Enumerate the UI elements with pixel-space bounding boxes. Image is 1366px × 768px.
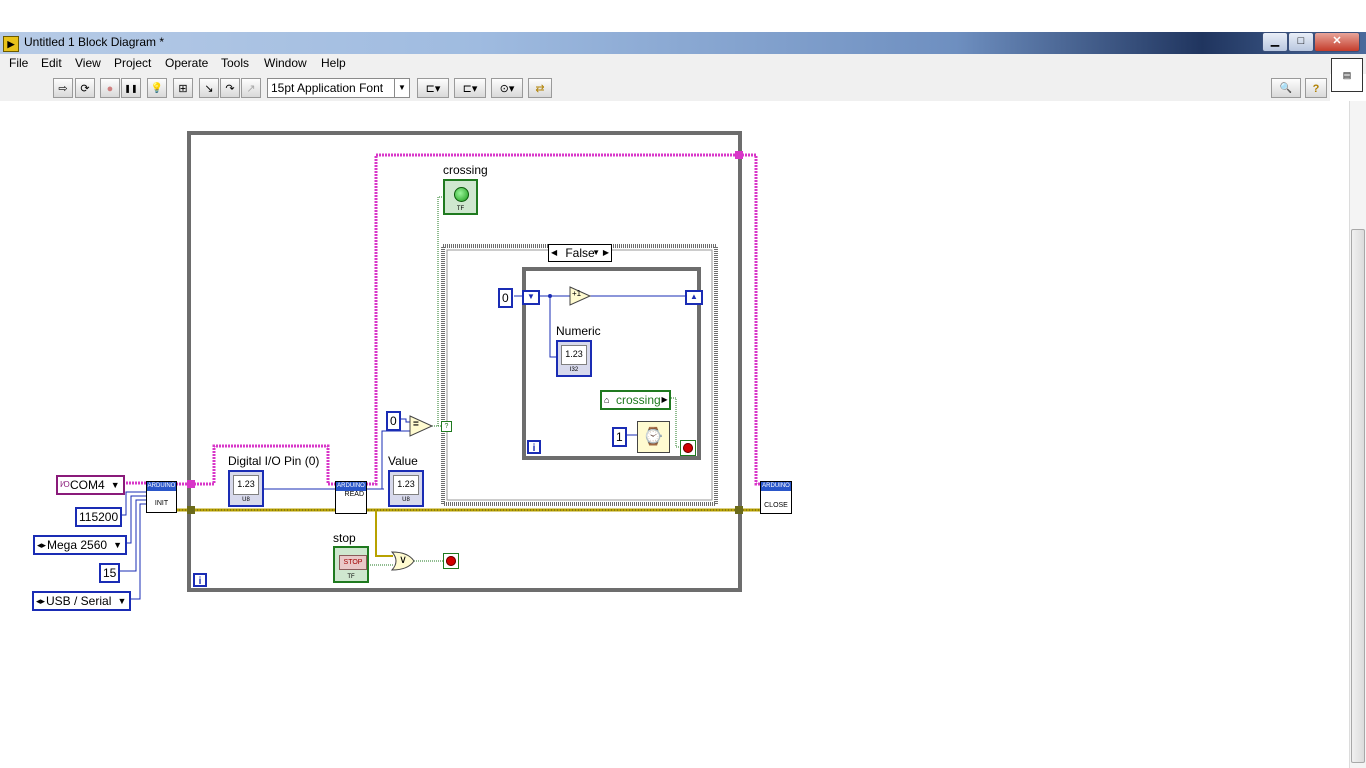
- crossing-local-variable[interactable]: ⌂ crossing ▶: [600, 390, 671, 410]
- case-selector-value: False: [565, 246, 595, 260]
- diagram-wires: [117, 131, 762, 600]
- crossing-label: crossing: [443, 163, 488, 177]
- connection-type-ring[interactable]: ◂▸ USB / Serial ▼: [32, 591, 132, 611]
- case-selector-label[interactable]: ◀ False ▼ ▶: [548, 244, 612, 262]
- digital-pin-display: 1.23: [233, 475, 259, 495]
- numeric-indicator[interactable]: 1.23 I32: [556, 340, 592, 377]
- wait-ms-function[interactable]: ⌚: [637, 421, 670, 453]
- read-label: READ: [344, 491, 364, 498]
- init-label: INIT: [154, 500, 169, 507]
- digital-pin-type: U8: [242, 497, 250, 503]
- chevron-down-icon: ▼: [113, 540, 123, 550]
- numeric-display: 1.23: [561, 345, 587, 365]
- arduino-header: ARDUINO: [147, 482, 176, 491]
- inner-stop-terminal[interactable]: [680, 440, 696, 456]
- value-type: U8: [402, 497, 410, 503]
- wait-ms-constant[interactable]: 1: [612, 427, 627, 447]
- ring-arrows-icon: ◂▸: [37, 540, 47, 550]
- equal-symbol: =: [413, 419, 419, 430]
- case-selector-terminal[interactable]: ?: [441, 421, 452, 432]
- digital-pin-control[interactable]: 1.23 U8: [228, 470, 264, 507]
- numeric-type: I32: [569, 367, 579, 373]
- visa-wire-to-close: [366, 153, 762, 486]
- error-tunnel-right: [735, 506, 743, 514]
- close-label: CLOSE: [764, 502, 788, 509]
- io-icon: I⁄O: [60, 480, 70, 489]
- digital-pin-label: Digital I/O Pin (0): [228, 454, 320, 468]
- visa-tunnel-top: [735, 151, 743, 159]
- arduino-digital-read-subvi[interactable]: ARDUINO READ: [335, 481, 367, 514]
- baud-rate-constant[interactable]: 115200: [75, 507, 123, 527]
- arduino-header: ARDUINO: [761, 482, 791, 491]
- inner-iteration-terminal: i: [527, 440, 541, 454]
- increment-label: +1: [572, 289, 582, 298]
- board-type-value: Mega 2560: [47, 538, 108, 552]
- value-label: Value: [388, 454, 418, 468]
- decrement-arrow-icon[interactable]: ◀: [551, 245, 557, 261]
- stop-control[interactable]: STOP TF: [333, 546, 369, 583]
- outer-iteration-terminal: i: [193, 573, 207, 587]
- error-tunnel-left: [187, 506, 195, 514]
- value-display: 1.23: [393, 475, 419, 495]
- stop-button-face: STOP: [339, 555, 367, 570]
- stop-type: TF: [347, 574, 355, 580]
- crossing-type: TF: [456, 206, 465, 212]
- crossing-indicator[interactable]: TF: [443, 179, 478, 215]
- ring-arrows-icon: ◂▸: [36, 596, 46, 606]
- visa-resource-constant[interactable]: I⁄O COM4 ▼: [56, 475, 125, 495]
- bytes-constant[interactable]: 15: [99, 563, 121, 583]
- connection-type-value: USB / Serial: [46, 594, 112, 608]
- inner-zero-constant[interactable]: 0: [498, 288, 513, 308]
- arrow-right-icon: ▶: [661, 395, 668, 404]
- increment-arrow-icon[interactable]: ▶: [603, 245, 609, 261]
- error-to-or: [375, 510, 393, 557]
- visa-tunnel-left: [187, 480, 195, 488]
- visa-resource-value: COM4: [70, 478, 105, 492]
- home-icon: ⌂: [604, 395, 610, 405]
- value-indicator[interactable]: 1.23 U8: [388, 470, 424, 507]
- arduino-close-subvi[interactable]: ARDUINO CLOSE: [760, 481, 792, 514]
- led-icon: [454, 187, 469, 202]
- vertical-scrollbar[interactable]: [1349, 101, 1366, 768]
- scrollbar-thumb[interactable]: [1351, 229, 1365, 763]
- chevron-down-icon[interactable]: ▼: [592, 245, 600, 261]
- numeric-label: Numeric: [556, 324, 601, 338]
- board-type-ring[interactable]: ◂▸ Mega 2560 ▼: [33, 535, 128, 555]
- zero-constant[interactable]: 0: [386, 411, 401, 431]
- local-variable-name: crossing: [616, 393, 661, 407]
- arduino-header: ARDUINO: [336, 482, 366, 491]
- shift-register-right[interactable]: ▲: [685, 290, 703, 305]
- or-symbol: ∨: [399, 554, 408, 566]
- arduino-init-subvi[interactable]: ARDUINO INIT: [146, 481, 177, 513]
- chevron-down-icon: ▼: [110, 480, 120, 490]
- stop-label: stop: [333, 531, 356, 545]
- shift-register-left[interactable]: ▼: [522, 290, 540, 305]
- chevron-down-icon: ▼: [117, 596, 127, 606]
- outer-stop-terminal[interactable]: [443, 553, 459, 569]
